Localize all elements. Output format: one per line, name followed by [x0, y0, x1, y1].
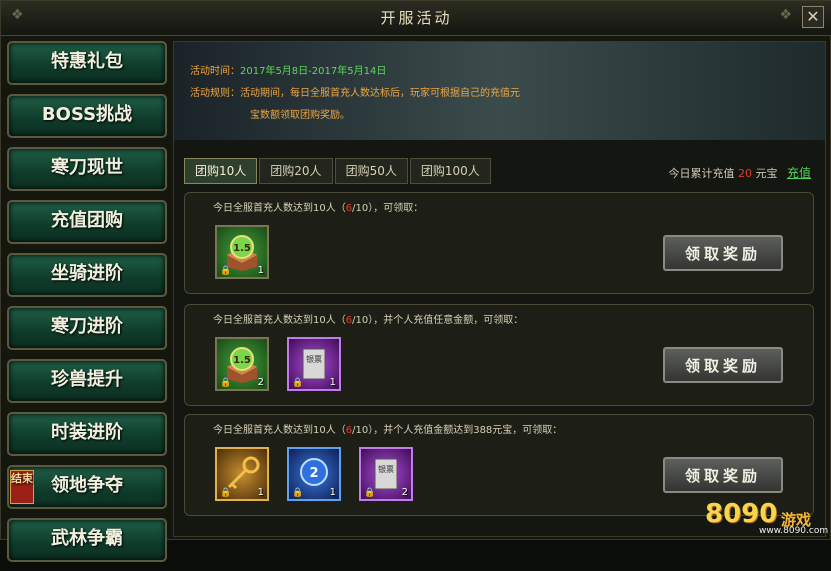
sidebar-item-boss-challenge[interactable]: BOSS挑战: [7, 94, 167, 138]
recharge-link[interactable]: 充值: [787, 166, 811, 180]
activity-banner: 活动时间：2017年5月8日-2017年5月14日 活动规则：活动期间，每日全服…: [174, 42, 825, 140]
close-button[interactable]: ✕: [802, 6, 824, 28]
svg-text:2: 2: [309, 466, 318, 481]
sidebar-item-group-buy[interactable]: 充值团购: [7, 200, 167, 244]
recharge-unit: 元宝: [755, 167, 778, 180]
item-count: 2: [401, 487, 408, 498]
sidebar-item-territory-battle[interactable]: 结束 领地争夺: [7, 465, 167, 509]
activity-rule: 活动规则：活动期间，每日全服首充人数达标后，玩家可根据自己的充值元: [190, 84, 520, 99]
claim-reward-button[interactable]: 领取奖励: [663, 347, 783, 383]
sidebar-item-label: 珍兽提升: [51, 369, 123, 390]
svg-text:银票: 银票: [378, 464, 394, 474]
sidebar-item-fashion-upgrade[interactable]: 时装进阶: [7, 412, 167, 456]
sidebar-item-label: 领地争夺: [51, 475, 123, 496]
reward-condition: 今日全服首充人数达到10人（6/10），可领取：: [213, 199, 423, 214]
sidebar-item-label: 时装进阶: [51, 422, 123, 443]
bound-icon: 🔒: [292, 488, 304, 498]
title-bar: ❖ 开服活动 ❖ ✕: [1, 1, 831, 36]
sidebar-item-blade-upgrade[interactable]: 寒刀进阶: [7, 306, 167, 350]
reward-row: 今日全服首充人数达到10人（6/10），并个人充值任意金额，可领取： 1.5 🔒…: [184, 304, 814, 406]
golden-key-icon[interactable]: 🔒 1: [215, 447, 269, 501]
sidebar-item-blade-debut[interactable]: 寒刀现世: [7, 147, 167, 191]
exp-chest-icon[interactable]: 1.5 🔒 1: [215, 225, 269, 279]
tab-bar: 团购10人 团购20人 团购50人 团购100人: [184, 158, 493, 184]
sidebar-item-label: 寒刀现世: [51, 157, 123, 178]
ornament-icon: ❖: [779, 7, 792, 23]
main-panel: 活动时间：2017年5月8日-2017年5月14日 活动规则：活动期间，每日全服…: [173, 41, 826, 537]
item-count: 1: [329, 487, 336, 498]
tab-group-100[interactable]: 团购100人: [409, 158, 491, 184]
activity-time: 活动时间：2017年5月8日-2017年5月14日: [190, 62, 386, 77]
bound-icon: 🔒: [364, 488, 376, 498]
sidebar-item-label: 特惠礼包: [51, 51, 123, 72]
watermark-url: www.8090.com: [759, 526, 829, 536]
reward-condition: 今日全服首充人数达到10人（6/10），并个人充值任意金额，可领取：: [213, 311, 523, 326]
recharge-amount: 20: [737, 167, 752, 180]
window-title: 开服活动: [380, 9, 453, 27]
svg-text:1.5: 1.5: [233, 243, 251, 254]
ended-badge: 结束: [10, 470, 34, 504]
tab-group-50[interactable]: 团购50人: [334, 158, 408, 184]
condition-text: 今日全服首充人数达到10人（: [213, 315, 346, 326]
condition-text: 今日全服首充人数达到10人（: [213, 203, 346, 214]
reward-condition: 今日全服首充人数达到10人（6/10），并个人充值金额达到388元宝，可领取：: [213, 421, 562, 436]
rule-text: 宝数额领取团购奖励。: [250, 110, 350, 121]
sidebar-item-label: 寒刀进阶: [51, 316, 123, 337]
recharge-label: 今日累计充值: [668, 167, 735, 180]
svg-text:银票: 银票: [306, 354, 322, 364]
sidebar-item-pet-upgrade[interactable]: 珍兽提升: [7, 359, 167, 403]
blue-orb-icon[interactable]: 2 🔒 1: [287, 447, 341, 501]
watermark-digits: 8090: [705, 499, 778, 529]
condition-text: /10），并个人充值金额达到388元宝，可领取：: [352, 425, 563, 436]
rule-text: 活动期间，每日全服首充人数达标后，玩家可根据自己的充值元: [240, 88, 520, 99]
claim-reward-button[interactable]: 领取奖励: [663, 457, 783, 493]
svg-text:1.5: 1.5: [233, 355, 251, 366]
sidebar-item-label: 武林争霸: [51, 528, 123, 549]
claim-reward-button[interactable]: 领取奖励: [663, 235, 783, 271]
bound-icon: 🔒: [220, 378, 232, 388]
silver-ticket-icon[interactable]: 银票 🔒 1: [287, 337, 341, 391]
item-count: 1: [329, 377, 336, 388]
rule-label: 活动规则：: [190, 88, 240, 99]
sidebar-item-martial-contest[interactable]: 武林争霸: [7, 518, 167, 562]
condition-text: /10），并个人充值任意金额，可领取：: [352, 315, 524, 326]
sidebar-item-label: 充值团购: [51, 210, 123, 231]
sidebar-item-label: BOSS挑战: [41, 104, 133, 125]
time-label: 活动时间：: [190, 66, 240, 77]
tab-group-10[interactable]: 团购10人: [184, 158, 258, 184]
reward-row: 今日全服首充人数达到10人（6/10），可领取： 1.5 🔒 1 领取奖励: [184, 192, 814, 294]
activity-window: ❖ 开服活动 ❖ ✕ 特惠礼包 BOSS挑战 寒刀现世 充值团购 坐骑进阶 寒刀…: [0, 0, 831, 562]
condition-text: /10），可领取：: [352, 203, 424, 214]
item-count: 1: [257, 265, 264, 276]
site-watermark: 8090 游戏 www.8090.com: [701, 489, 829, 537]
time-value: 2017年5月8日-2017年5月14日: [240, 66, 387, 77]
sidebar-item-label: 坐骑进阶: [51, 263, 123, 284]
bound-icon: 🔒: [220, 266, 232, 276]
item-count: 1: [257, 487, 264, 498]
tab-group-20[interactable]: 团购20人: [259, 158, 333, 184]
item-count: 2: [257, 377, 264, 388]
today-recharge: 今日累计充值 20 元宝 充值: [668, 164, 811, 181]
sidebar-item-special-gift[interactable]: 特惠礼包: [7, 41, 167, 85]
sidebar: 特惠礼包 BOSS挑战 寒刀现世 充值团购 坐骑进阶 寒刀进阶 珍兽提升 时装进…: [7, 41, 167, 571]
exp-chest-icon[interactable]: 1.5 🔒 2: [215, 337, 269, 391]
bound-icon: 🔒: [220, 488, 232, 498]
silver-ticket-icon[interactable]: 银票 🔒 2: [359, 447, 413, 501]
bound-icon: 🔒: [292, 378, 304, 388]
condition-text: 今日全服首充人数达到10人（: [213, 425, 346, 436]
sidebar-item-mount-upgrade[interactable]: 坐骑进阶: [7, 253, 167, 297]
